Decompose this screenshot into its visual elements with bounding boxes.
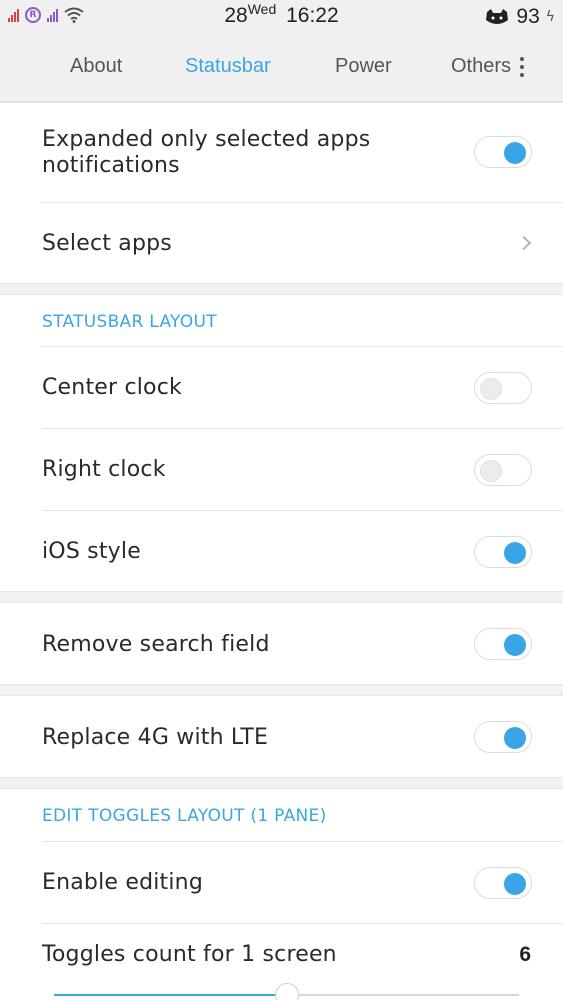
toggles-count-row: Toggles count for 1 screen <box>42 935 563 975</box>
status-right-icons: 93 ϟ <box>484 5 555 29</box>
divider <box>42 923 563 924</box>
statusbar-layout-card: STATUSBAR LAYOUT Center clock Right cloc… <box>0 294 563 592</box>
section-title-edit-toggles: EDIT TOGGLES LAYOUT (1 PANE) <box>42 806 327 826</box>
status-weekday: Wed <box>247 1 277 17</box>
ios-style-label: iOS style <box>42 538 141 564</box>
status-date: 28 <box>224 4 248 27</box>
tab-about[interactable]: About <box>70 55 122 78</box>
tab-power[interactable]: Power <box>335 55 392 78</box>
enable-editing-toggle[interactable] <box>474 867 532 899</box>
section-title-statusbar-layout: STATUSBAR LAYOUT <box>42 312 217 332</box>
toggles-count-value: 6 <box>519 943 531 966</box>
edit-toggles-card: EDIT TOGGLES LAYOUT (1 PANE) Enable edit… <box>0 788 563 1000</box>
tab-others[interactable]: Others <box>451 55 511 78</box>
right-clock-label: Right clock <box>42 456 166 482</box>
status-clock: 28Wed 16:22 <box>0 1 563 28</box>
notifications-card: Expanded only selected apps notification… <box>0 102 563 284</box>
right-clock-toggle[interactable] <box>474 454 532 486</box>
expanded-only-label: Expanded only selected apps notification… <box>42 127 371 178</box>
charging-icon: ϟ <box>545 9 555 25</box>
select-apps-row[interactable]: Select apps <box>42 203 563 285</box>
remove-search-card: Remove search field <box>0 602 563 685</box>
remove-search-toggle[interactable] <box>474 628 532 660</box>
center-clock-toggle[interactable] <box>474 372 532 404</box>
toggles-count-label: Toggles count for 1 screen <box>42 942 337 967</box>
replace-4g-label: Replace 4G with LTE <box>42 724 269 750</box>
slider-thumb[interactable] <box>274 983 299 1000</box>
tab-statusbar[interactable]: Statusbar <box>185 55 271 78</box>
cat-icon <box>486 9 509 24</box>
replace-4g-card: Replace 4G with LTE <box>0 695 563 778</box>
remove-search-label: Remove search field <box>42 631 270 657</box>
overflow-menu-icon[interactable] <box>512 55 532 79</box>
select-apps-label: Select apps <box>42 231 172 256</box>
expanded-only-toggle[interactable] <box>474 136 532 168</box>
tab-bar: About Statusbar Power Others <box>0 34 563 102</box>
ios-style-toggle[interactable] <box>474 536 532 568</box>
center-clock-label: Center clock <box>42 374 182 400</box>
status-time: 16:22 <box>286 4 339 27</box>
slider-fill <box>54 994 287 996</box>
system-status-bar: R 28Wed 16:22 93 ϟ <box>0 0 563 34</box>
replace-4g-toggle[interactable] <box>474 721 532 753</box>
enable-editing-label: Enable editing <box>42 869 203 895</box>
toggles-count-slider[interactable] <box>54 983 519 1000</box>
battery-level: 93 <box>516 5 540 28</box>
